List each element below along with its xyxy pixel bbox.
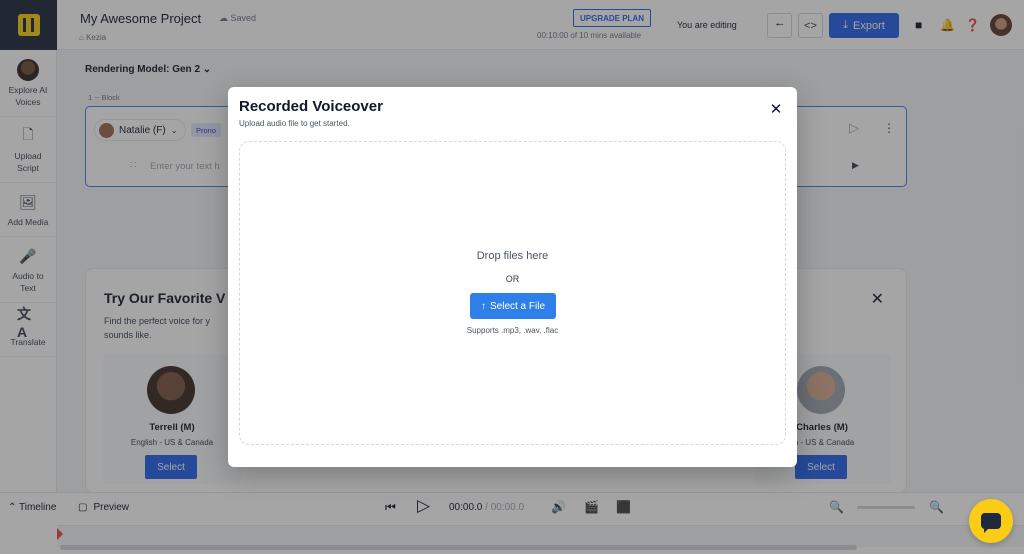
- dialog-subtitle: Upload audio file to get started.: [239, 119, 350, 128]
- supported-formats: Supports .mp3, .wav, .flac: [466, 326, 559, 335]
- close-icon[interactable]: ✕: [769, 101, 783, 118]
- recorded-voiceover-dialog: Recorded Voiceover Upload audio file to …: [228, 87, 797, 467]
- file-dropzone[interactable]: Drop files here OR ↑ Select a File Suppo…: [239, 141, 786, 445]
- drop-files-text: Drop files here: [476, 250, 549, 262]
- select-file-button[interactable]: ↑ Select a File: [470, 293, 556, 319]
- or-text: OR: [505, 274, 520, 284]
- upload-icon: ↑: [480, 300, 486, 312]
- chat-icon: [981, 513, 1001, 533]
- dialog-title: Recorded Voiceover: [239, 98, 383, 115]
- chat-widget-button[interactable]: [969, 499, 1013, 543]
